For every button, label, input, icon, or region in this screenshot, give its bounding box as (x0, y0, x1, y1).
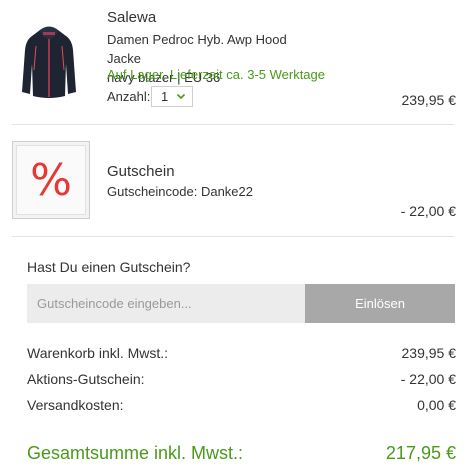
coupon-code-input[interactable] (27, 284, 305, 323)
product-brand: Salewa (107, 9, 157, 26)
divider (12, 124, 454, 125)
availability-status: Auf Lager, Lieferzeit ca. 3-5 Werktage (107, 67, 325, 82)
product-price: 239,95 € (401, 92, 457, 108)
percent-icon: % (16, 145, 86, 215)
summary-value-voucher: - 22,00 € (400, 371, 456, 387)
quantity-value: 1 (161, 89, 169, 104)
voucher-title: Gutschein (107, 163, 175, 180)
voucher-code: Gutscheincode: Danke22 (107, 184, 253, 199)
chevron-down-icon (176, 93, 186, 100)
quantity-label: Anzahl: (107, 89, 151, 104)
voucher-amount: - 22,00 € (400, 203, 456, 219)
quantity-select[interactable]: 1 (151, 86, 193, 107)
summary-label-voucher: Aktions-Gutschein: (27, 371, 145, 387)
apply-coupon-button[interactable]: Einlösen (305, 284, 455, 323)
summary-label-shipping: Versandkosten: (27, 397, 124, 413)
coupon-question: Hast Du einen Gutschein? (27, 259, 191, 275)
grand-total-label: Gesamtsumme inkl. Mwst.: (27, 443, 244, 463)
summary-value-cart: 239,95 € (401, 345, 457, 361)
product-image[interactable] (18, 24, 80, 100)
voucher-image: % (12, 141, 90, 219)
summary-value-shipping: 0,00 € (417, 397, 456, 413)
grand-total-value: 217,95 € (385, 443, 456, 463)
product-name-line1[interactable]: Damen Pedroc Hyb. Awp Hood Jacke (107, 30, 322, 68)
summary-label-cart: Warenkorb inkl. Mwst.: (27, 345, 169, 361)
jacket-image (22, 26, 76, 98)
divider (12, 236, 454, 237)
